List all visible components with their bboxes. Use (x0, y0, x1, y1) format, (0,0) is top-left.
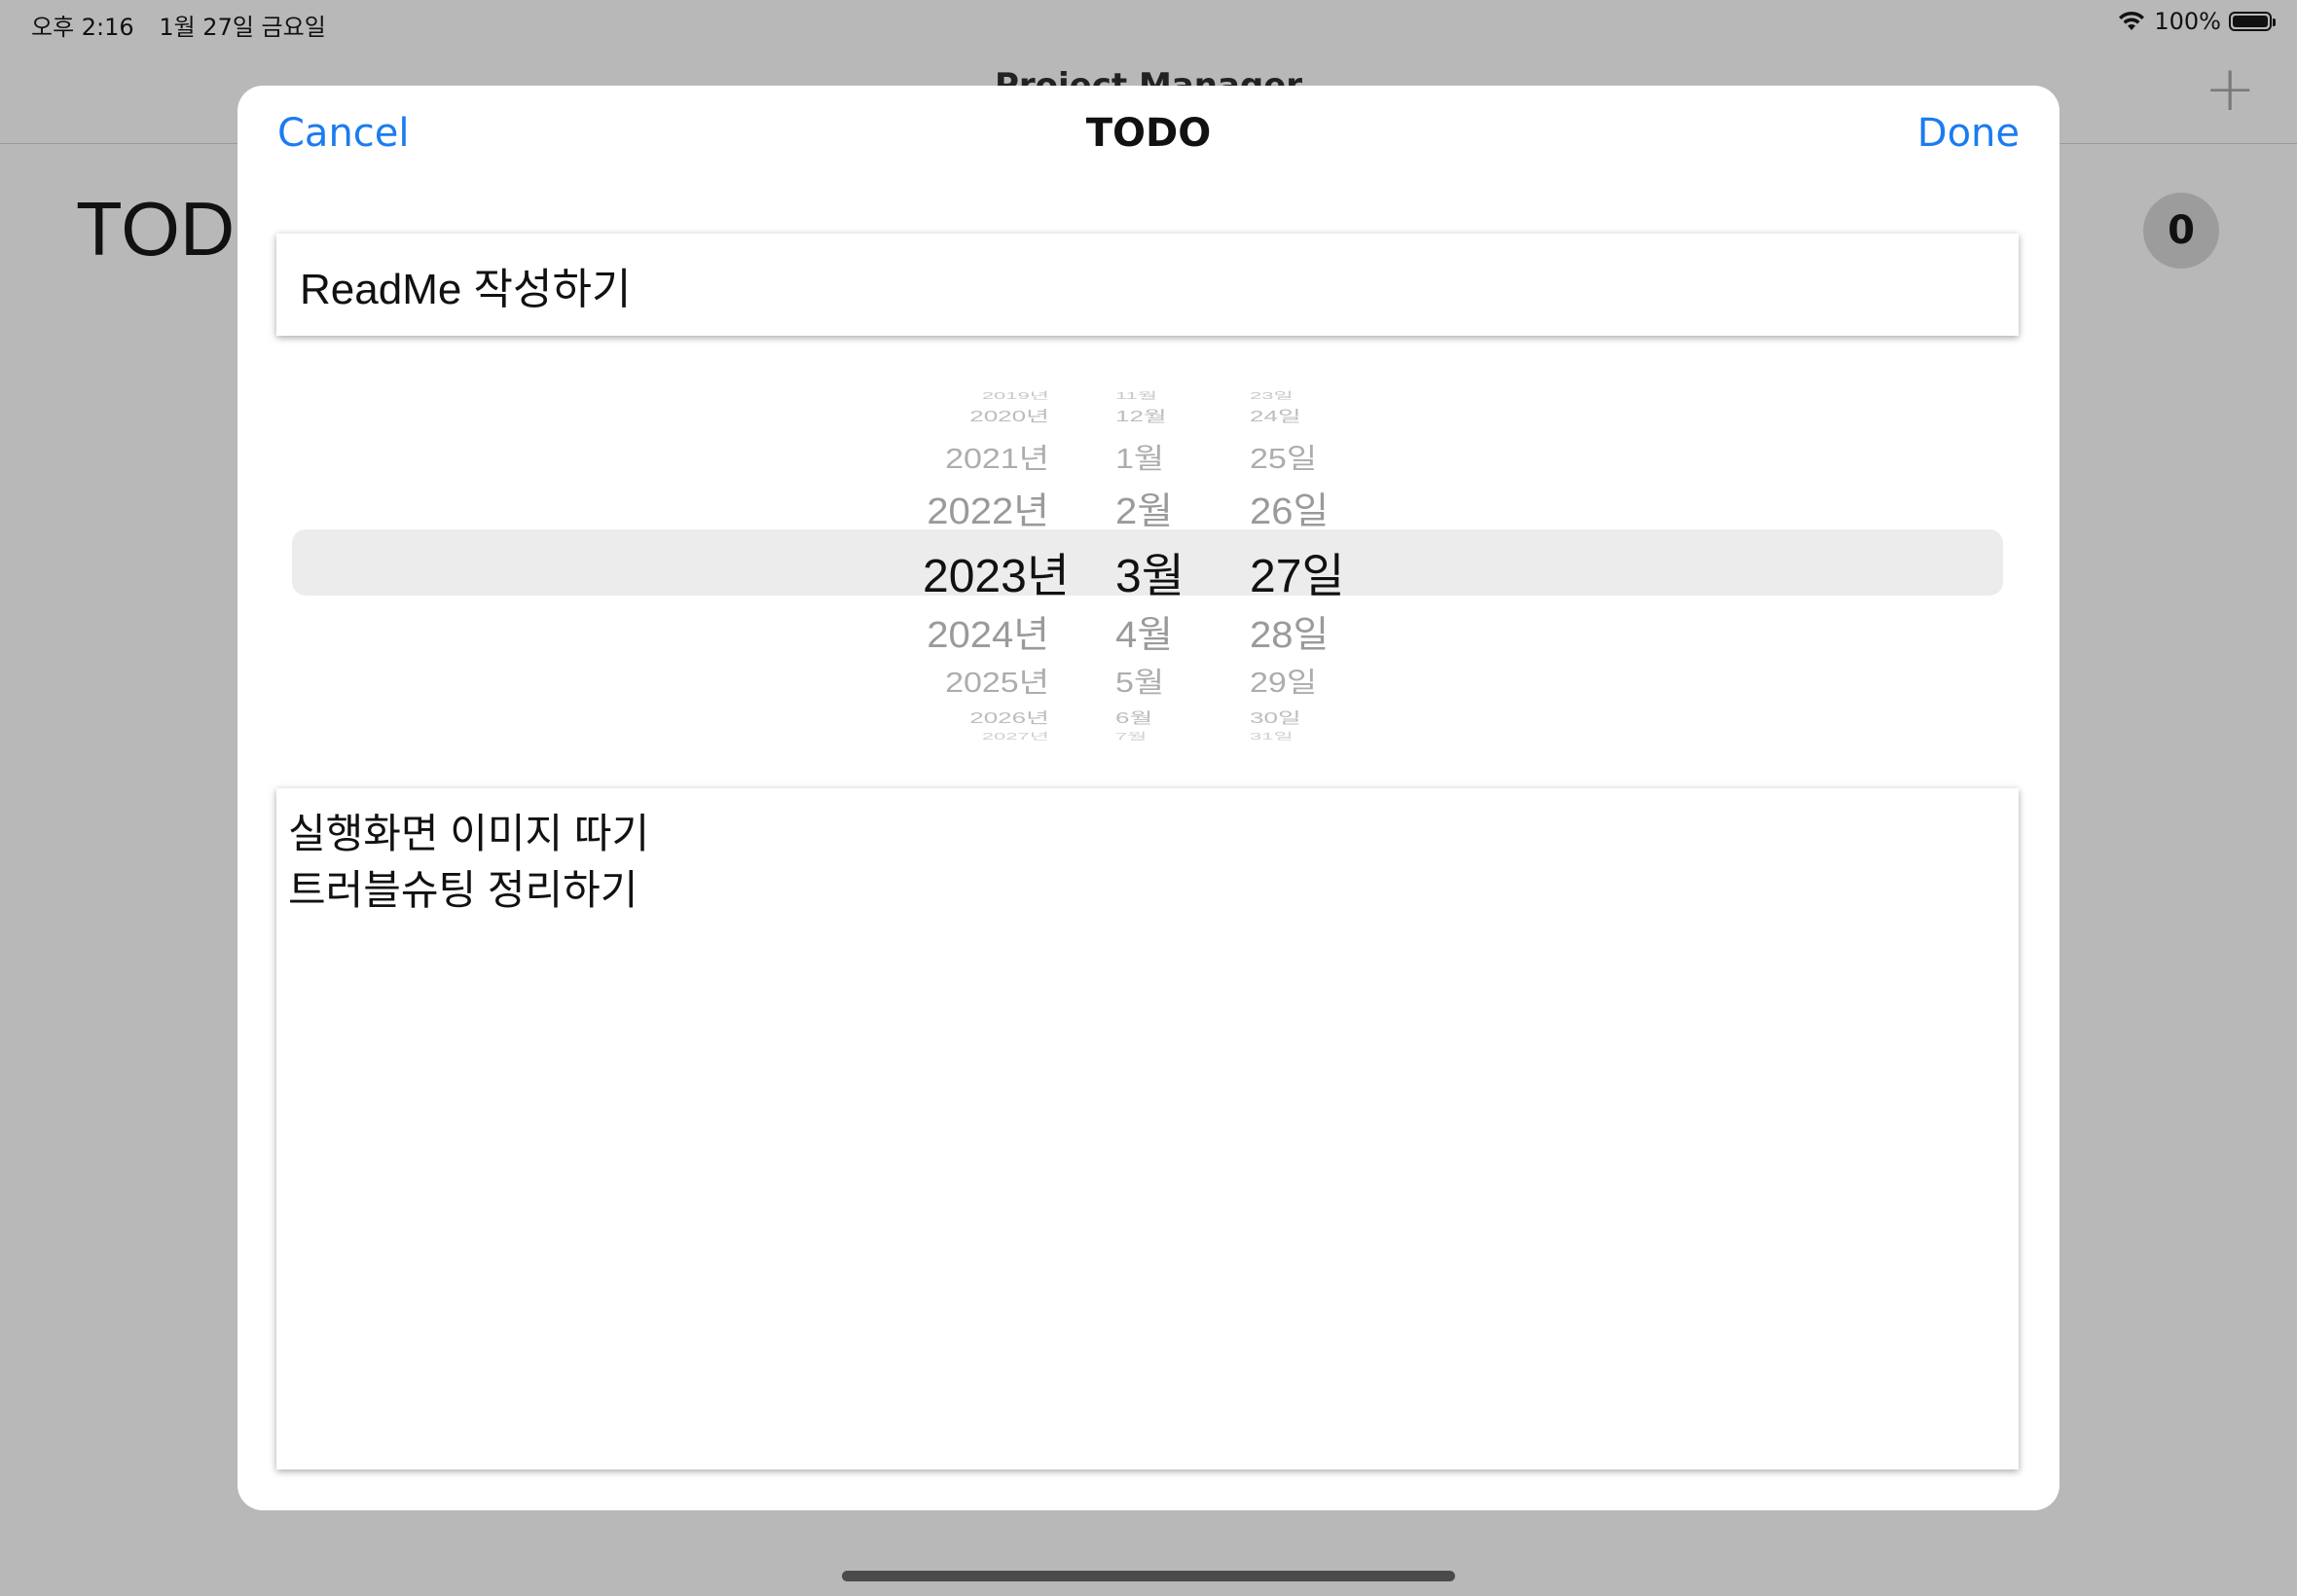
done-button[interactable]: Done (1917, 111, 2020, 156)
picker-year-item: 2022년 (927, 490, 1049, 532)
battery-percent: 100% (2154, 8, 2221, 35)
picker-month-item: 1월 (1115, 443, 1165, 475)
picker-day-item: 28일 (1250, 614, 1330, 656)
picker-day-selected: 27일 (1250, 551, 1345, 602)
picker-month-selected: 3월 (1115, 551, 1185, 602)
modal-header: Cancel TODO Done (237, 86, 2060, 193)
picker-year-column[interactable]: 2019년 2020년 2021년 2022년 2023년 2024년 2025… (923, 378, 1070, 825)
todo-modal: Cancel TODO Done ReadMe 작성하기 2019년 2020년… (237, 86, 2060, 1510)
date-picker[interactable]: 2019년 2020년 2021년 2022년 2023년 2024년 2025… (292, 378, 2003, 825)
picker-year-item: 2021년 (945, 443, 1049, 475)
status-left: 오후 2:16 1월 27일 금요일 (31, 8, 344, 42)
picker-year-item: 2019년 (981, 390, 1049, 402)
plus-icon[interactable]: + (2204, 58, 2256, 121)
picker-year-item: 2024년 (927, 614, 1049, 656)
status-right: 100% (2117, 8, 2276, 35)
modal-title: TODO (1085, 111, 1212, 156)
status-bar: 오후 2:16 1월 27일 금요일 100% (0, 0, 2297, 49)
picker-month-item: 5월 (1115, 667, 1165, 699)
picker-day-item: 23일 (1250, 390, 1294, 402)
battery-level (2233, 16, 2268, 27)
picker-year-item: 2025년 (945, 667, 1049, 699)
picker-month-column[interactable]: 11월 12월 1월 2월 3월 4월 5월 6월 7월 (1115, 378, 1232, 825)
picker-month-item: 11월 (1115, 390, 1158, 402)
picker-month-item: 12월 (1115, 407, 1167, 425)
picker-month-item: 7월 (1115, 731, 1148, 743)
picker-day-item: 25일 (1250, 443, 1318, 475)
body-line: 트러블슈팅 정리하기 (288, 867, 638, 913)
status-date: 1월 27일 금요일 (159, 14, 326, 41)
picker-year-item: 2027년 (981, 731, 1049, 743)
body-textarea[interactable]: 실행화면 이미지 따기 트러블슈팅 정리하기 (276, 788, 2019, 1469)
picker-day-item: 31일 (1250, 731, 1294, 743)
picker-year-selected: 2023년 (923, 551, 1070, 602)
picker-month-item: 6월 (1115, 708, 1153, 727)
wifi-icon (2119, 11, 2145, 30)
picker-day-column[interactable]: 23일 24일 25일 26일 27일 28일 29일 30일 31일 (1250, 378, 1367, 825)
picker-day-item: 26일 (1250, 490, 1330, 532)
picker-year-item: 2026년 (969, 708, 1049, 727)
body-line: 실행화면 이미지 따기 (288, 811, 650, 856)
picker-month-item: 2월 (1115, 490, 1174, 532)
picker-day-item: 29일 (1250, 667, 1318, 699)
home-indicator[interactable] (842, 1571, 1455, 1581)
picker-day-item: 24일 (1250, 407, 1301, 425)
title-input[interactable]: ReadMe 작성하기 (276, 234, 2019, 336)
picker-year-item: 2020년 (969, 407, 1049, 425)
battery-icon (2229, 12, 2276, 31)
status-time: 오후 2:16 (31, 14, 134, 41)
picker-day-item: 30일 (1250, 708, 1301, 727)
cancel-button[interactable]: Cancel (277, 111, 410, 156)
count-badge: 0 (2143, 193, 2219, 269)
picker-month-item: 4월 (1115, 614, 1174, 656)
